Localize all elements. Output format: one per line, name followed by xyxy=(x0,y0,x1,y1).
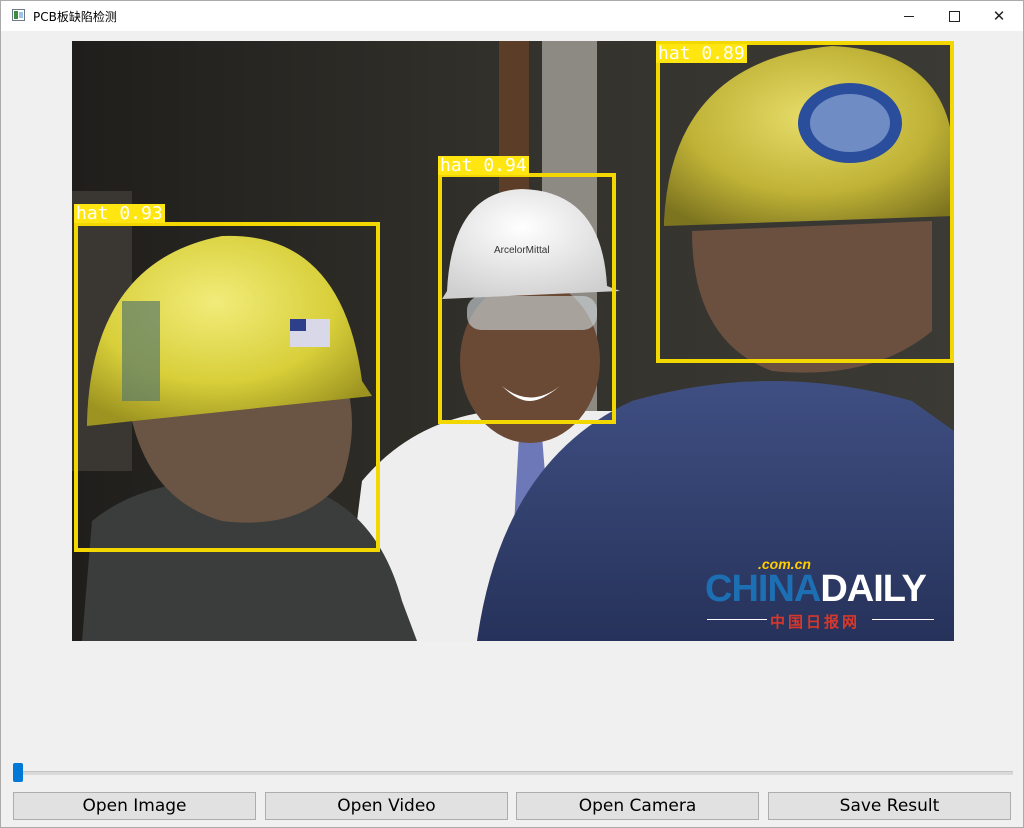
watermark-daily: DAILY xyxy=(820,568,927,610)
video-progress-track[interactable] xyxy=(13,771,1013,775)
watermark-line-right xyxy=(872,619,934,620)
maximize-icon xyxy=(948,10,960,22)
app-icon xyxy=(12,9,25,21)
close-button[interactable]: ✕ xyxy=(976,1,1022,31)
window-title: PCB板缺陷检测 xyxy=(33,10,117,24)
minimize-button[interactable] xyxy=(886,1,932,31)
watermark-subtitle: 中国日报网 xyxy=(770,614,861,631)
detection-label-1: hat 0.93 xyxy=(74,203,165,224)
watermark-logo: CHINADAILY xyxy=(705,568,927,611)
watermark-line-left xyxy=(707,619,767,620)
watermark-china: CHINA xyxy=(705,568,821,610)
video-progress-handle[interactable] xyxy=(13,763,23,782)
open-image-button[interactable]: Open Image xyxy=(13,792,256,820)
detection-label-3: hat 0.89 xyxy=(656,43,747,64)
minimize-icon xyxy=(904,15,914,17)
open-video-button[interactable]: Open Video xyxy=(265,792,508,820)
save-result-button[interactable]: Save Result xyxy=(768,792,1011,820)
app-window: PCB板缺陷检测 ✕ ArcelorMittal hat 0.93 hat 0.… xyxy=(0,0,1024,828)
detection-box-2 xyxy=(438,173,616,424)
maximize-button[interactable] xyxy=(931,1,977,31)
close-icon: ✕ xyxy=(992,6,1006,25)
detection-result-image: ArcelorMittal hat 0.93 hat 0.94 hat 0.89… xyxy=(72,41,954,641)
title-bar[interactable]: PCB板缺陷检测 ✕ xyxy=(1,1,1023,31)
detection-box-3 xyxy=(656,41,954,363)
detection-box-1 xyxy=(74,222,380,552)
detection-label-2: hat 0.94 xyxy=(438,155,529,176)
open-camera-button[interactable]: Open Camera xyxy=(516,792,759,820)
